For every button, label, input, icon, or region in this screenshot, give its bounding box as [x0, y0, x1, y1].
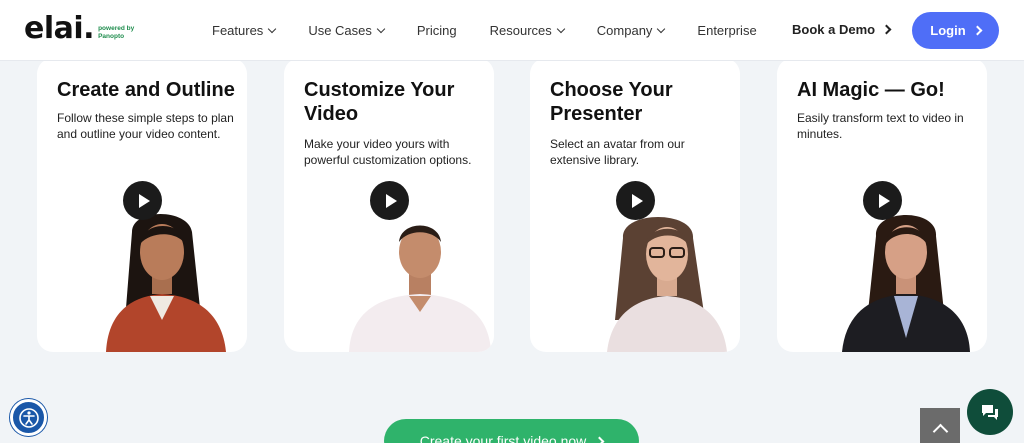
- accessibility-button[interactable]: [10, 399, 47, 436]
- book-demo-link[interactable]: Book a Demo: [792, 22, 892, 37]
- presenter-man-white-shirt: [349, 225, 491, 352]
- chevron-up-icon: [932, 423, 948, 439]
- scroll-to-top-button[interactable]: [920, 408, 960, 443]
- chevron-down-icon: [376, 24, 386, 33]
- chevron-down-icon: [268, 24, 277, 33]
- nav-pricing[interactable]: Pricing: [417, 23, 457, 38]
- card-description: Easily transform text to video in minute…: [797, 111, 964, 141]
- chevron-right-icon: [594, 436, 605, 443]
- create-first-video-button[interactable]: Create your first video now: [384, 419, 639, 443]
- main-nav: Features Use Cases Pricing Resources Com…: [212, 0, 790, 61]
- play-button[interactable]: [123, 181, 162, 220]
- play-icon: [138, 193, 150, 208]
- chevron-right-icon: [881, 24, 892, 35]
- card-description: Select an avatar from our extensive libr…: [550, 137, 685, 167]
- play-button[interactable]: [616, 181, 655, 220]
- logo-wordmark: elai.: [24, 11, 95, 46]
- card-title: Customize Your Video: [304, 79, 455, 125]
- nav-use-cases[interactable]: Use Cases: [308, 23, 386, 38]
- card-title: AI Magic — Go!: [797, 79, 945, 101]
- nav-resources[interactable]: Resources: [490, 23, 566, 38]
- step-card-ai-magic: AI Magic — Go! Easily transform text to …: [777, 58, 987, 352]
- nav-features[interactable]: Features: [212, 23, 277, 38]
- play-button[interactable]: [370, 181, 409, 220]
- chat-button[interactable]: [967, 389, 1013, 435]
- step-card-customize: Customize Your Video Make your video you…: [284, 58, 494, 352]
- play-icon: [631, 193, 643, 208]
- logo-powered-by: powered by Panopto: [98, 25, 135, 40]
- card-title: Create and Outline: [57, 79, 235, 101]
- play-button[interactable]: [863, 181, 902, 220]
- chevron-right-icon: [972, 25, 983, 36]
- chevron-down-icon: [556, 24, 566, 33]
- site-header: elai. powered by Panopto Features Use Cas…: [0, 0, 1024, 61]
- chevron-down-icon: [657, 24, 666, 33]
- nav-company[interactable]: Company: [597, 23, 666, 38]
- login-button[interactable]: Login: [912, 12, 999, 49]
- nav-enterprise[interactable]: Enterprise: [697, 23, 756, 38]
- presenter-woman-red-top: [106, 214, 226, 352]
- play-icon: [878, 193, 890, 208]
- chat-icon: [982, 405, 998, 420]
- card-title: Choose Your Presenter: [550, 79, 673, 125]
- accessibility-icon: [18, 407, 39, 428]
- elai-logo[interactable]: elai. powered by Panopto: [24, 14, 134, 44]
- presenter-woman-glasses: [607, 217, 727, 352]
- play-icon: [385, 193, 397, 208]
- card-description: Follow these simple steps to plan and ou…: [57, 111, 234, 141]
- card-description: Make your video yours with powerful cust…: [304, 137, 472, 167]
- presenter-woman-blazer: [842, 215, 970, 352]
- step-card-presenter: Choose Your Presenter Select an avatar f…: [530, 58, 740, 352]
- step-card-create: Create and Outline Follow these simple s…: [37, 58, 247, 352]
